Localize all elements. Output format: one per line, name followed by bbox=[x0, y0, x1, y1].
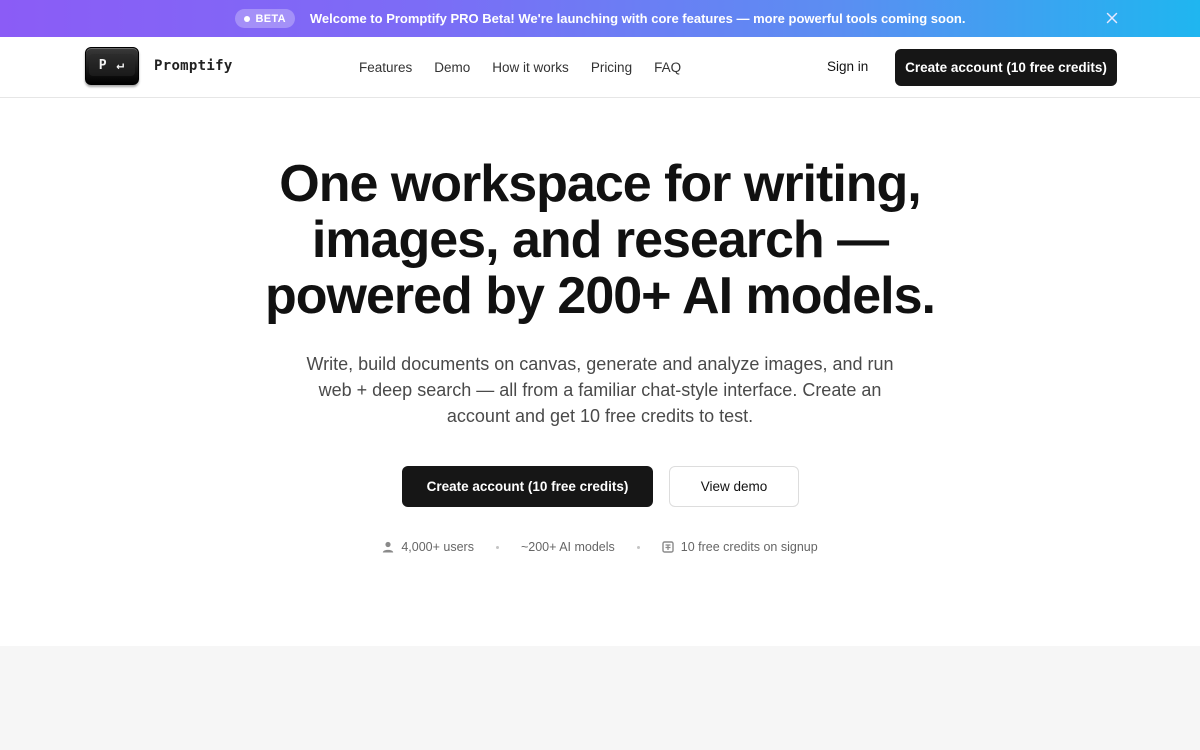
stat-users-label: 4,000+ users bbox=[401, 540, 474, 554]
view-demo-button[interactable]: View demo bbox=[669, 466, 799, 507]
site-header: P ↵ Promptify Features Demo How it works… bbox=[0, 37, 1200, 98]
next-section-band bbox=[0, 646, 1200, 750]
nav-pricing[interactable]: Pricing bbox=[591, 60, 632, 75]
nav-how-it-works[interactable]: How it works bbox=[492, 60, 569, 75]
hero-title-line: images, and research — bbox=[311, 211, 889, 269]
brand-name: Promptify bbox=[154, 58, 233, 74]
gift-card-icon bbox=[662, 541, 674, 553]
beta-badge: BETA bbox=[234, 9, 295, 28]
beta-badge-label: BETA bbox=[255, 12, 286, 25]
hero-subtitle-line: account and get 10 free credits to test. bbox=[446, 406, 754, 426]
header-create-account-button[interactable]: Create account (10 free credits) bbox=[895, 49, 1117, 86]
main-nav: Features Demo How it works Pricing FAQ bbox=[359, 37, 703, 97]
hero-subtitle: Write, build documents on canvas, genera… bbox=[280, 351, 920, 429]
stat-credits-label: 10 free credits on signup bbox=[680, 540, 818, 554]
logo-key-icon: P ↵ bbox=[85, 47, 139, 85]
hero-title-line: powered by 200+ AI models. bbox=[265, 267, 936, 325]
hero-title: One workspace for writing, images, and r… bbox=[150, 156, 1050, 324]
stat-credits: 10 free credits on signup bbox=[662, 540, 818, 554]
close-icon[interactable] bbox=[1104, 10, 1120, 26]
hero-title-line: One workspace for writing, bbox=[279, 155, 921, 213]
announcement-bar: BETA Welcome to Promptify PRO Beta! We'r… bbox=[0, 0, 1200, 37]
stat-models-label: ~200+ AI models bbox=[520, 540, 615, 554]
stat-users: 4,000+ users bbox=[382, 540, 474, 554]
logo-link[interactable]: P ↵ Promptify bbox=[85, 47, 233, 85]
hero-subtitle-line: Write, build documents on canvas, genera… bbox=[306, 354, 894, 374]
nav-demo[interactable]: Demo bbox=[434, 60, 470, 75]
stat-separator bbox=[495, 545, 499, 549]
sign-in-link[interactable]: Sign in bbox=[827, 59, 868, 74]
nav-features[interactable]: Features bbox=[359, 60, 412, 75]
hero-create-account-button[interactable]: Create account (10 free credits) bbox=[402, 466, 653, 507]
announcement-text: Welcome to Promptify PRO Beta! We're lau… bbox=[309, 11, 966, 26]
stats-row: 4,000+ users ~200+ AI models 10 free cre… bbox=[0, 537, 1200, 557]
nav-faq[interactable]: FAQ bbox=[654, 60, 681, 75]
beta-dot-icon bbox=[243, 15, 250, 22]
stat-models: ~200+ AI models bbox=[521, 540, 615, 554]
user-icon bbox=[383, 541, 394, 553]
stat-separator bbox=[636, 545, 640, 549]
logo-key-label: P ↵ bbox=[89, 54, 135, 76]
hero-subtitle-line: web + deep search — all from a familiar … bbox=[318, 380, 882, 400]
